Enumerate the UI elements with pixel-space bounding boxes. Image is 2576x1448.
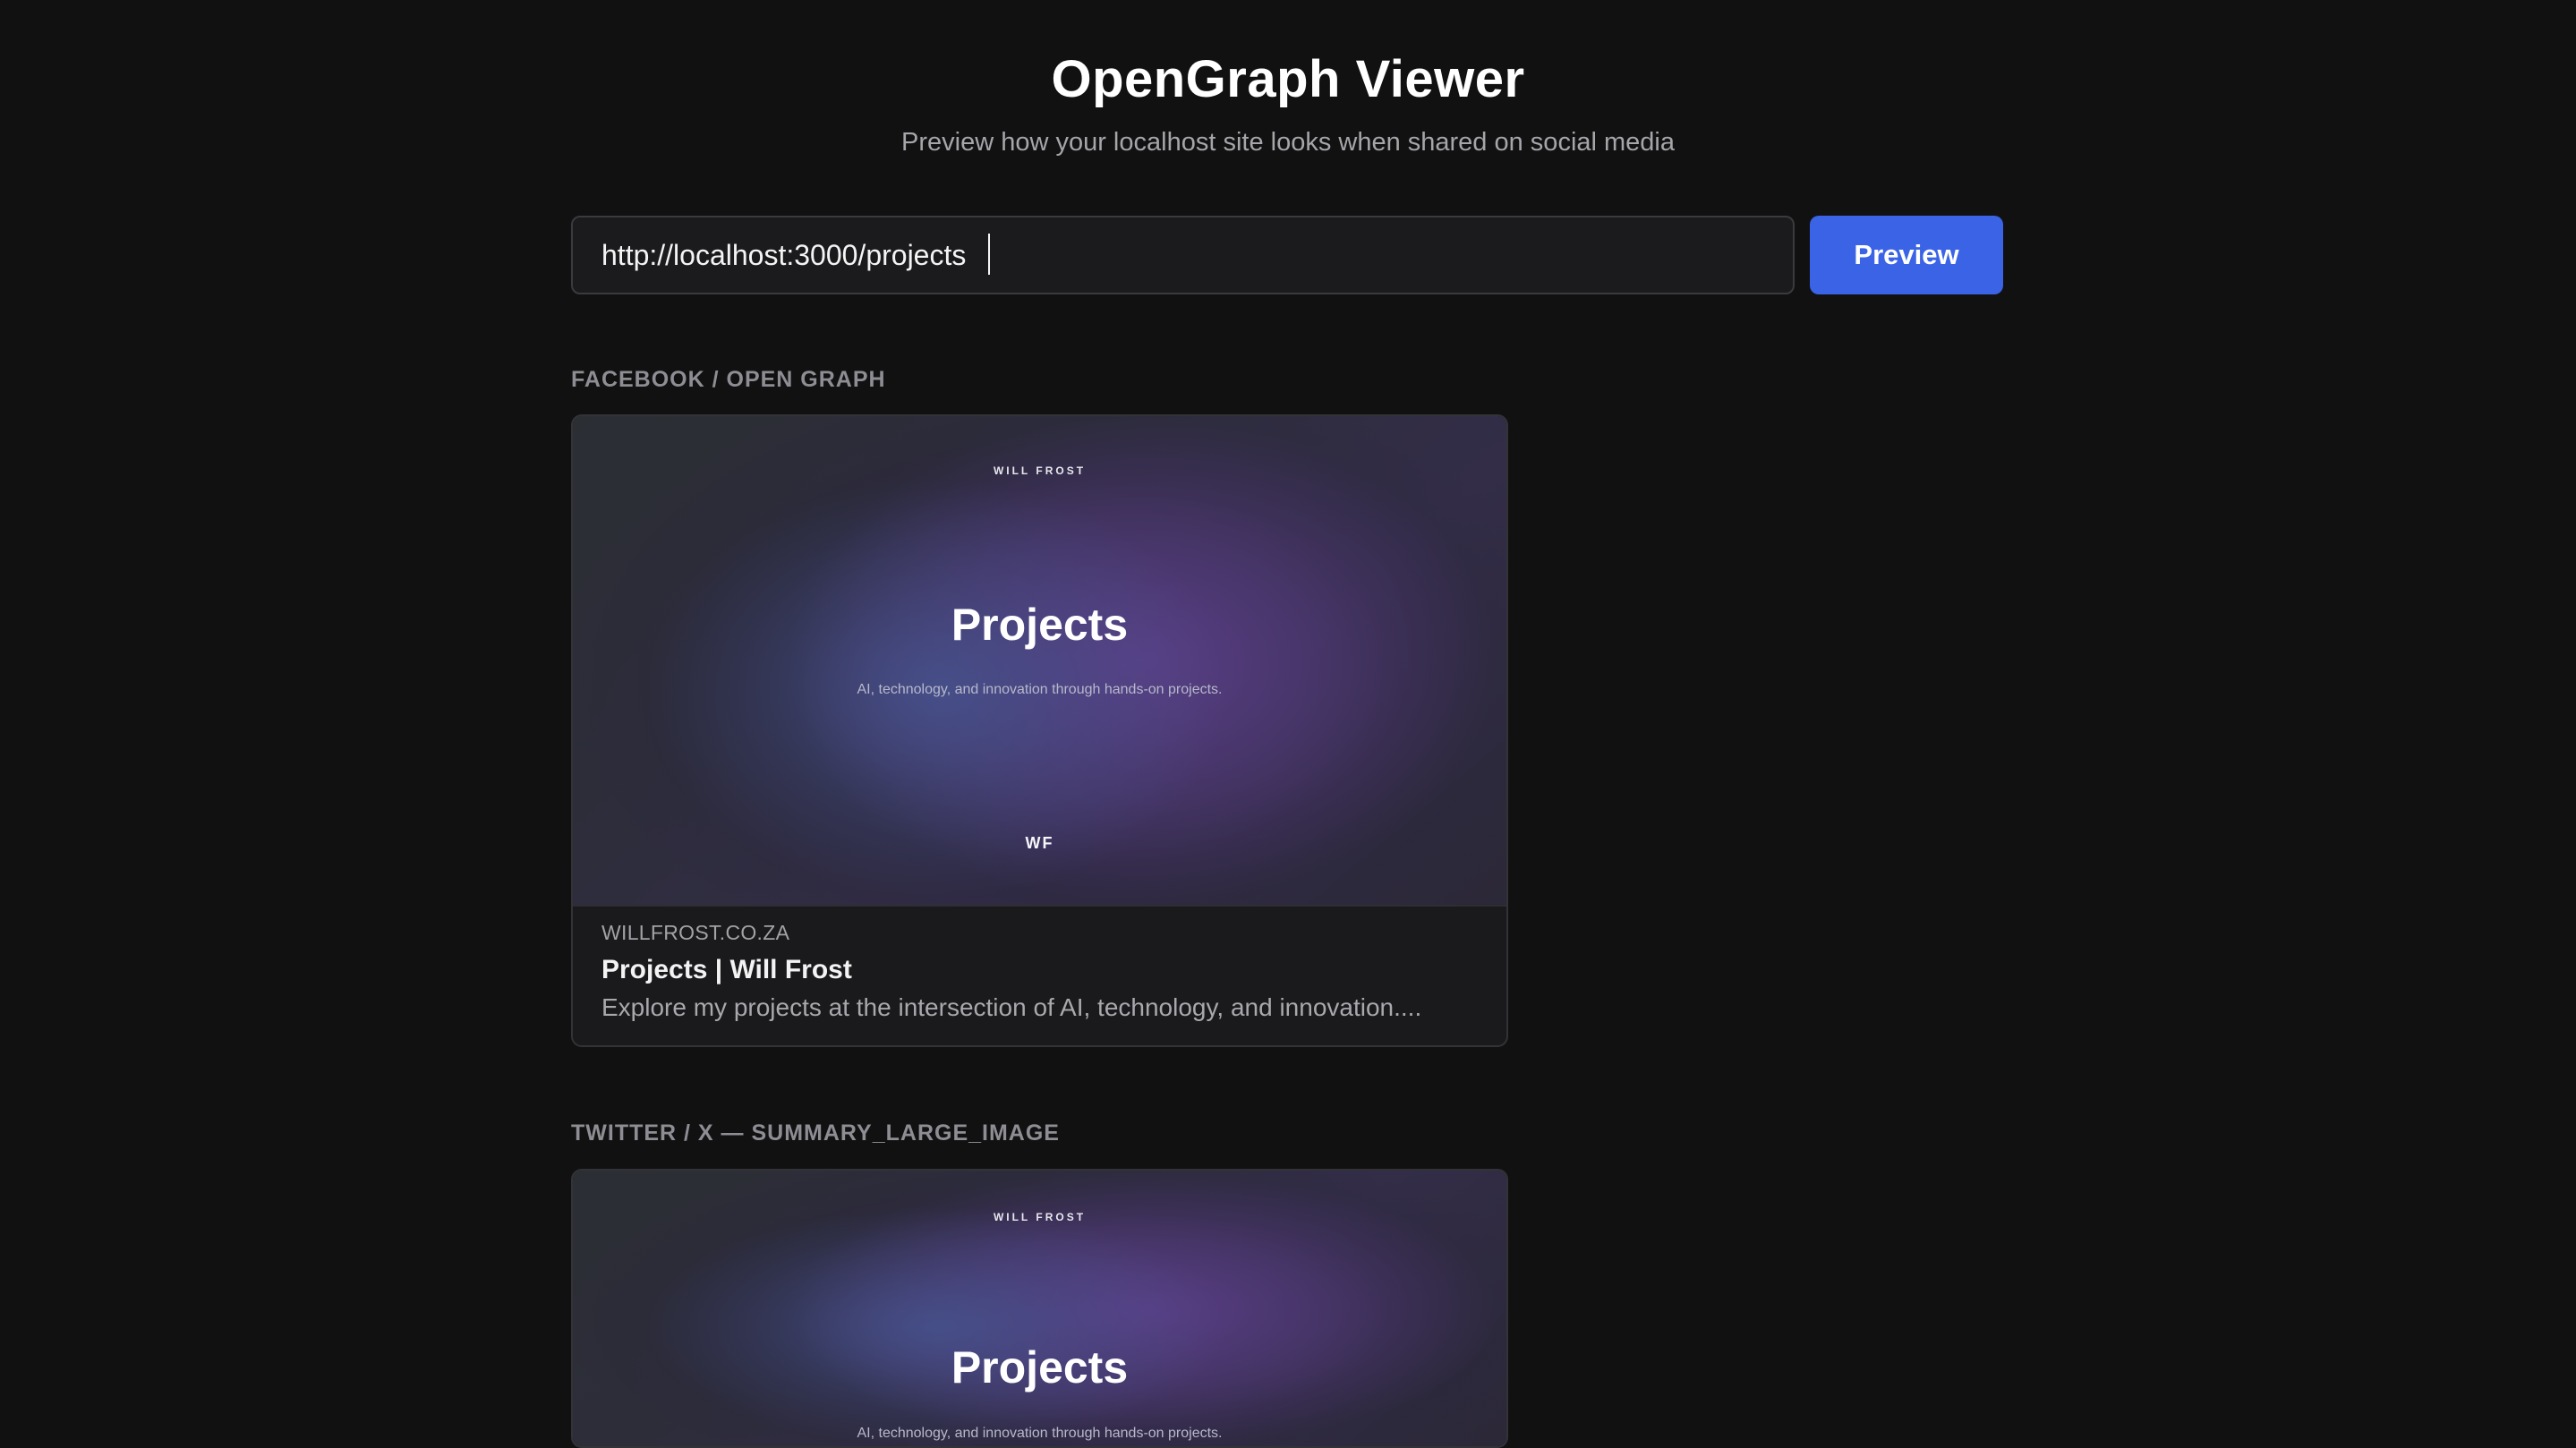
facebook-card-metadata: WILLFROST.CO.ZA Projects | Will Frost Ex… bbox=[601, 923, 1478, 1022]
twitter-image-title: Projects bbox=[951, 1342, 1129, 1393]
text-cursor bbox=[988, 234, 990, 275]
twitter-preview-card: WILL FROST Projects AI, technology, and … bbox=[571, 1169, 1508, 1448]
preview-button[interactable]: Preview bbox=[1810, 216, 2003, 294]
page-subtitle: Preview how your localhost site looks wh… bbox=[901, 128, 1675, 157]
og-image-brand-label: WILL FROST bbox=[993, 464, 1087, 477]
og-image-subtitle: AI, technology, and innovation through h… bbox=[857, 682, 1223, 697]
facebook-preview-card: WILL FROST Projects AI, technology, and … bbox=[571, 414, 1508, 1047]
twitter-section-label: TWITTER / X — SUMMARY_LARGE_IMAGE bbox=[571, 1120, 1060, 1146]
twitter-image-brand-label: WILL FROST bbox=[993, 1211, 1087, 1223]
card-domain: WILLFROST.CO.ZA bbox=[601, 921, 790, 944]
og-image-title: Projects bbox=[951, 600, 1129, 650]
twitter-og-image: WILL FROST Projects AI, technology, and … bbox=[573, 1171, 1506, 1446]
facebook-section-label: FACEBOOK / OPEN GRAPH bbox=[571, 367, 886, 392]
url-input[interactable] bbox=[571, 216, 1795, 294]
page-header: OpenGraph Viewer Preview how your localh… bbox=[0, 54, 2576, 158]
url-preview-form: Preview bbox=[571, 216, 2003, 294]
facebook-og-image: WILL FROST Projects AI, technology, and … bbox=[573, 416, 1506, 907]
og-image-logo-mark: WF bbox=[1025, 834, 1054, 852]
opengraph-viewer-page: OpenGraph Viewer Preview how your localh… bbox=[0, 0, 2576, 1448]
card-title: Projects | Will Frost bbox=[601, 955, 852, 984]
page-title: OpenGraph Viewer bbox=[1051, 50, 1525, 108]
twitter-image-subtitle: AI, technology, and innovation through h… bbox=[857, 1426, 1223, 1441]
card-description: Explore my projects at the intersection … bbox=[601, 994, 1422, 1021]
